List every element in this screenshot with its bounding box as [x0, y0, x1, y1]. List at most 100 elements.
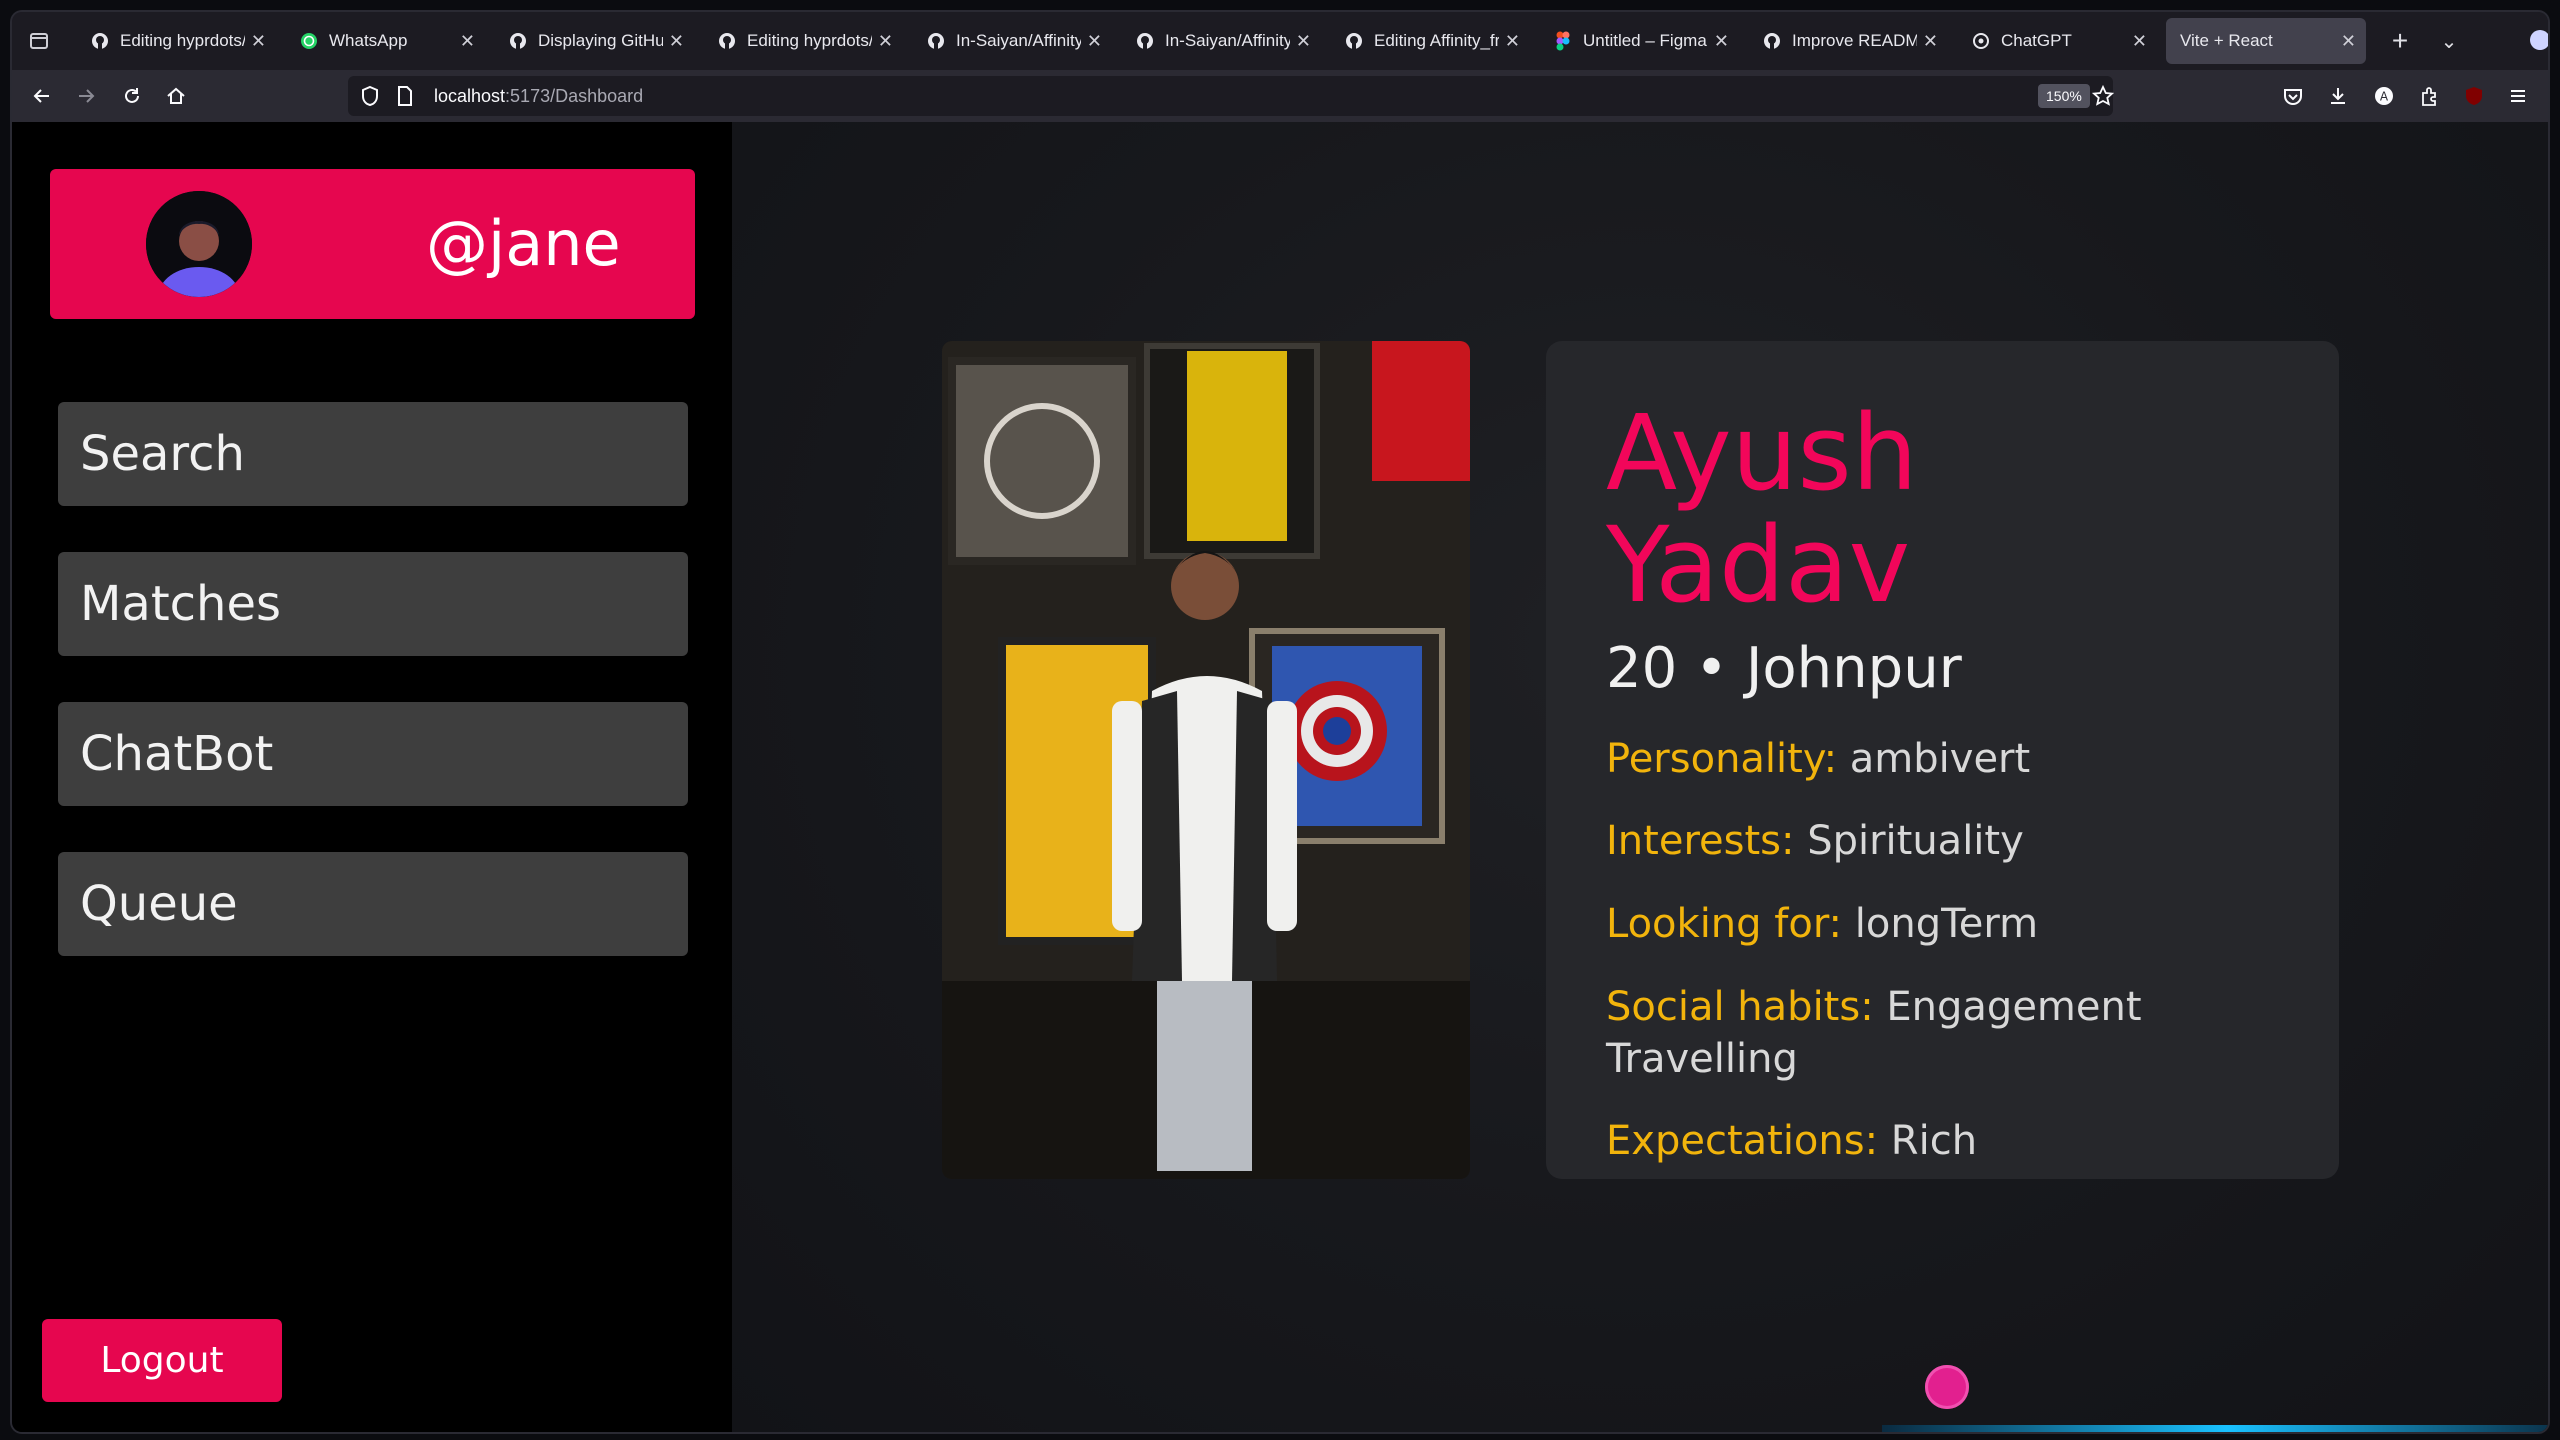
tab-title: Untitled – Figma — [1583, 31, 1707, 50]
browser-window: Editing hyprdots/R ✕ WhatsApp ✕ Displayi… — [12, 12, 2548, 1432]
whatsapp-icon — [299, 31, 319, 51]
extensions-icon[interactable] — [2415, 82, 2443, 110]
close-icon[interactable]: ✕ — [1296, 31, 1311, 52]
field-value: ambivert — [1849, 736, 2031, 782]
chevron-down-icon[interactable]: ⌄ — [2434, 26, 2464, 56]
tab[interactable]: WhatsApp ✕ — [285, 18, 485, 64]
tab[interactable]: ChatGPT ✕ — [1957, 18, 2157, 64]
tab-title: Editing Affinity_fr — [1374, 31, 1499, 50]
hamburger-menu-icon[interactable] — [2504, 82, 2532, 110]
tab[interactable]: Editing hyprdots/R ✕ — [76, 18, 276, 64]
close-icon[interactable]: ✕ — [878, 31, 893, 52]
search-button[interactable]: Search — [58, 402, 688, 506]
tab-strip: Editing hyprdots/R ✕ WhatsApp ✕ Displayi… — [12, 12, 2548, 70]
field-label: Interests: — [1606, 818, 1795, 864]
close-icon[interactable]: ✕ — [460, 31, 475, 52]
age-city: 20 • Johnpur — [1606, 636, 1962, 701]
url-text[interactable]: localhost:5173/Dashboard — [434, 86, 643, 107]
field-label: Personality: — [1606, 736, 1838, 782]
account-avatar-icon[interactable]: A — [2370, 82, 2398, 110]
tab-title: Displaying GitHub — [538, 31, 663, 50]
ublock-icon[interactable] — [2460, 82, 2488, 110]
github-icon — [1762, 31, 1782, 51]
close-icon[interactable]: ✕ — [2132, 31, 2147, 52]
new-tab-icon[interactable]: + — [2385, 25, 2415, 56]
figma-icon — [1553, 31, 1573, 51]
close-icon[interactable]: ✕ — [669, 31, 684, 52]
profile-name: Ayush Yadav — [1606, 397, 1918, 621]
tab-title: Editing hyprdots/R — [120, 31, 245, 50]
tab[interactable]: In-Saiyan/Affinity_ ✕ — [1121, 18, 1321, 64]
close-icon[interactable]: ✕ — [1714, 31, 1729, 52]
github-icon — [90, 31, 110, 51]
close-icon[interactable]: ✕ — [251, 31, 266, 52]
profile-field-looking-for: Looking for: longTerm — [1606, 898, 2306, 950]
bottom-glow — [1882, 1425, 2548, 1432]
tab[interactable]: In-Saiyan/Affinity_ ✕ — [912, 18, 1112, 64]
field-value: Spirituality — [1807, 818, 2024, 864]
tab-title: In-Saiyan/Affinity_ — [1165, 31, 1290, 50]
close-icon[interactable]: ✕ — [2341, 31, 2356, 52]
chatbot-button[interactable]: ChatBot — [58, 702, 688, 806]
nav-bar: localhost:5173/Dashboard 150% A — [12, 70, 2548, 122]
profile-field-expectations: Expectations: Rich — [1606, 1115, 2306, 1167]
bookmark-star-icon[interactable] — [2091, 84, 2115, 111]
profile-photo — [942, 341, 1470, 1179]
svg-text:A: A — [2380, 90, 2389, 104]
zoom-badge[interactable]: 150% — [2038, 84, 2090, 108]
username: @jane — [426, 207, 621, 280]
url-path: :5173/Dashboard — [505, 86, 644, 106]
tab-list-icon[interactable] — [26, 28, 52, 54]
github-icon — [1344, 31, 1364, 51]
main-panel: Ayush Yadav 20 • Johnpur Personality: am… — [732, 122, 2548, 1432]
page-icon — [396, 85, 414, 111]
page-content: @jane Search Matches ChatBot Queue Logou… — [12, 122, 2548, 1432]
close-icon[interactable]: ✕ — [1087, 31, 1102, 52]
profile-card: Ayush Yadav 20 • Johnpur Personality: am… — [1546, 341, 2339, 1179]
logout-button[interactable]: Logout — [42, 1319, 282, 1402]
tabs: Editing hyprdots/R ✕ WhatsApp ✕ Displayi… — [76, 18, 2375, 64]
tab[interactable]: Untitled – Figma ✕ — [1539, 18, 1739, 64]
forward-icon[interactable] — [72, 82, 100, 110]
matches-button[interactable]: Matches — [58, 552, 688, 656]
field-value: longTerm — [1854, 901, 2039, 947]
github-icon — [508, 31, 528, 51]
tab-title: Improve README — [1792, 31, 1917, 50]
tab-title: In-Saiyan/Affinity_ — [956, 31, 1081, 50]
user-card[interactable]: @jane — [50, 169, 695, 319]
last-name: Yadav — [1606, 504, 1911, 626]
profile-field-personality: Personality: ambivert — [1606, 733, 2306, 785]
github-icon — [717, 31, 737, 51]
github-icon — [1135, 31, 1155, 51]
queue-button[interactable]: Queue — [58, 852, 688, 956]
github-icon — [926, 31, 946, 51]
reload-icon[interactable] — [118, 82, 146, 110]
url-host: localhost — [434, 86, 506, 106]
download-icon[interactable] — [2324, 82, 2352, 110]
field-label: Social habits: — [1606, 984, 1874, 1030]
tab[interactable]: Displaying GitHub ✕ — [494, 18, 694, 64]
tab-title: ChatGPT — [2001, 31, 2072, 50]
account-icon[interactable] — [2530, 30, 2548, 50]
home-icon[interactable] — [162, 82, 190, 110]
tab[interactable]: Editing Affinity_fr ✕ — [1330, 18, 1530, 64]
address-bar[interactable]: localhost:5173/Dashboard 150% — [348, 76, 2115, 116]
avatar — [146, 191, 252, 297]
close-icon[interactable]: ✕ — [1923, 31, 1938, 52]
sidebar: @jane Search Matches ChatBot Queue Logou… — [12, 122, 732, 1432]
tab-title: Vite + React — [2180, 31, 2273, 50]
tab[interactable]: Improve README ✕ — [1748, 18, 1948, 64]
close-icon[interactable]: ✕ — [1505, 31, 1520, 52]
back-icon[interactable] — [28, 82, 56, 110]
shield-icon[interactable] — [360, 85, 380, 111]
tab-active[interactable]: Vite + React ✕ — [2166, 18, 2366, 64]
chat-bubble-icon[interactable] — [1925, 1365, 1969, 1409]
tab[interactable]: Editing hyprdots/R ✕ — [703, 18, 903, 64]
tab-title: Editing hyprdots/R — [747, 31, 872, 50]
field-value: Rich — [1890, 1118, 1978, 1164]
field-label: Expectations: — [1606, 1118, 1879, 1164]
tab-title: WhatsApp — [329, 31, 408, 50]
chatgpt-icon — [1971, 31, 1991, 51]
profile-field-social-habits: Social habits: Engagement Travelling — [1606, 981, 2166, 1085]
pocket-icon[interactable] — [2279, 82, 2307, 110]
